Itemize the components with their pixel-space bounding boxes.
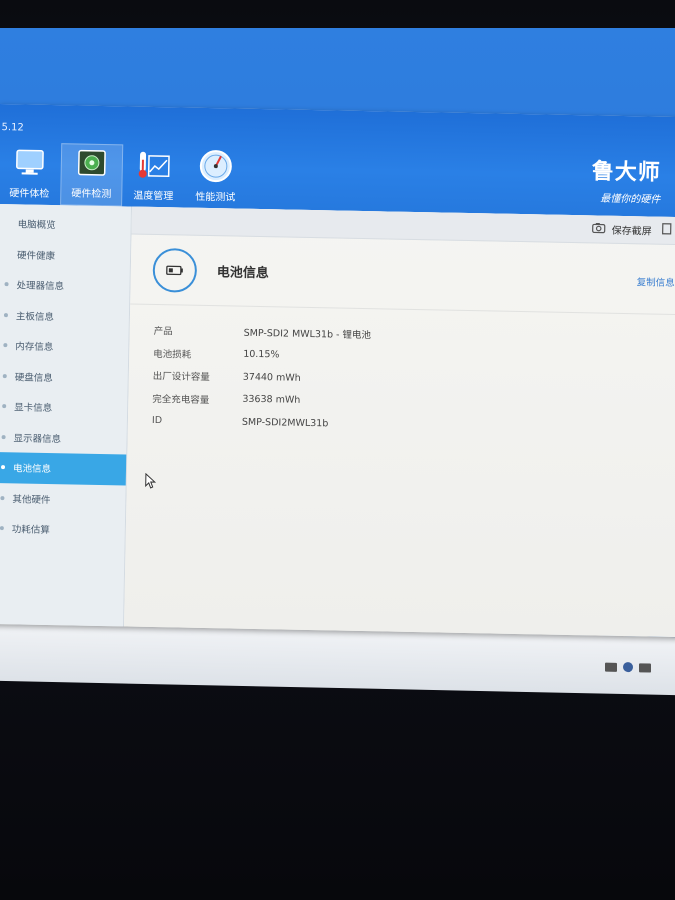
sidebar-item-label: 内存信息	[15, 341, 54, 354]
info-value: 37440 mWh	[242, 371, 301, 384]
document-icon	[662, 223, 672, 238]
battery-info-list: 产品 SMP-SDI2 MWL31b - 锂电池 电池损耗 10.15% 出厂设计容…	[128, 305, 675, 442]
sidebar-item-label: 电脑概览	[17, 219, 56, 232]
title-bar: 5.12 硬件体检 硬件检测 温度管理 性能测试 鲁大师 最懂你的硬件	[0, 104, 675, 218]
save-screenshot-button[interactable]: 保存截屏	[592, 221, 652, 238]
sidebar-item-label: 主板信息	[15, 311, 55, 323]
tool-label: 硬件体检	[9, 188, 50, 200]
bullet-icon	[3, 312, 8, 317]
info-key: 产品	[153, 326, 173, 338]
info-value: 10.15%	[243, 348, 280, 361]
app-window: 5.12 硬件体检 硬件检测 温度管理 性能测试 鲁大师 最懂你的硬件 电脑概览…	[0, 104, 675, 638]
sidebar-item-label: 功耗估算	[11, 524, 50, 537]
info-value: SMP-SDI2 MWL31b - 锂电池	[243, 327, 372, 342]
tool-label: 性能测试	[195, 191, 236, 204]
bullet-icon	[2, 373, 7, 378]
tool-hardware-detect[interactable]: 硬件检测	[60, 143, 124, 207]
tool-label: 硬件检测	[71, 188, 112, 201]
bullet-icon	[2, 404, 7, 409]
bullet-icon	[3, 343, 8, 348]
section-title: 电池信息	[216, 265, 269, 282]
tool-performance[interactable]: 性能测试	[184, 146, 247, 209]
chip-icon	[75, 146, 110, 179]
info-key: 电池损耗	[153, 348, 192, 361]
mouse-cursor-icon	[145, 472, 157, 493]
tool-temperature[interactable]: 温度管理	[122, 144, 185, 207]
bullet-icon	[0, 526, 4, 531]
sidebar-item-motherboard[interactable]: 主板信息	[0, 299, 129, 332]
camera-icon	[592, 222, 606, 236]
export-button[interactable]	[662, 223, 672, 238]
info-value: SMP-SDI2MWL31b	[241, 416, 329, 430]
sidebar-item-label: 显卡信息	[14, 402, 53, 415]
sidebar-item-label: 显示器信息	[13, 433, 62, 445]
sidebar-item-gpu[interactable]: 显卡信息	[0, 391, 127, 424]
sidebar-item-other[interactable]: 其他硬件	[0, 482, 126, 515]
save-screenshot-label: 保存截屏	[611, 225, 652, 238]
monitor-icon	[13, 146, 48, 179]
info-key: ID	[151, 414, 163, 426]
info-value: 33638 mWh	[242, 393, 301, 407]
sidebar-item-label: 处理器信息	[16, 280, 65, 293]
sidebar-item-disk[interactable]: 硬盘信息	[0, 360, 128, 393]
bullet-icon	[4, 282, 9, 287]
gauge-icon	[199, 150, 234, 183]
tool-label: 温度管理	[133, 190, 174, 203]
sidebar-item-cpu[interactable]: 处理器信息	[0, 269, 130, 302]
bullet-icon	[0, 465, 6, 470]
sidebar-item-overview[interactable]: 电脑概览	[0, 208, 131, 241]
sidebar-item-memory[interactable]: 内存信息	[0, 330, 129, 363]
info-key: 完全充电容量	[152, 393, 210, 406]
sidebar-item-power[interactable]: 功耗估算	[0, 513, 125, 546]
brand-logo: 鲁大师 最懂你的硬件	[591, 153, 661, 205]
brand-name: 鲁大师	[591, 159, 662, 186]
main-panel: 保存截屏 电池信息 复制信息 产品 SMP-SDI2 MWL31b - 锂电池 …	[123, 206, 675, 638]
sidebar-item-label: 硬盘信息	[14, 372, 53, 384]
brand-slogan: 最懂你的硬件	[600, 193, 661, 206]
bullet-icon	[1, 434, 6, 439]
sidebar-item-battery[interactable]: 电池信息	[0, 451, 127, 485]
system-tray	[605, 661, 651, 673]
tool-hardware-checkup[interactable]: 硬件体检	[0, 142, 61, 205]
window-body: 电脑概览 硬件健康 处理器信息 主板信息 内存信息 硬盘信息 显卡信息 显示器信…	[0, 203, 675, 638]
sidebar-item-label: 电池信息	[12, 463, 52, 476]
thermometer-chart-icon	[137, 149, 172, 182]
app-version: 5.12	[1, 122, 23, 133]
sidebar: 电脑概览 硬件健康 处理器信息 主板信息 内存信息 硬盘信息 显卡信息 显示器信…	[0, 203, 133, 627]
main-toolbar: 硬件体检 硬件检测 温度管理 性能测试	[0, 142, 247, 209]
sidebar-item-label: 其他硬件	[12, 494, 51, 506]
tray-app-icon[interactable]	[605, 662, 617, 672]
bullet-icon	[0, 495, 5, 500]
sidebar-item-label: 硬件健康	[16, 250, 56, 262]
photo-frame: 5.12 硬件体检 硬件检测 温度管理 性能测试 鲁大师 最懂你的硬件 电脑概览…	[0, 0, 675, 900]
battery-section-header: 电池信息 复制信息	[130, 234, 675, 316]
info-key: 出厂设计容量	[152, 371, 210, 384]
sidebar-item-display[interactable]: 显示器信息	[0, 421, 127, 454]
battery-icon	[152, 247, 198, 293]
tray-network-icon[interactable]	[623, 661, 633, 673]
sidebar-item-health[interactable]: 硬件健康	[0, 238, 130, 271]
tray-volume-icon[interactable]	[639, 662, 651, 673]
version-text: 5.12	[1, 122, 24, 134]
copy-info-link[interactable]: 复制信息	[637, 274, 675, 289]
